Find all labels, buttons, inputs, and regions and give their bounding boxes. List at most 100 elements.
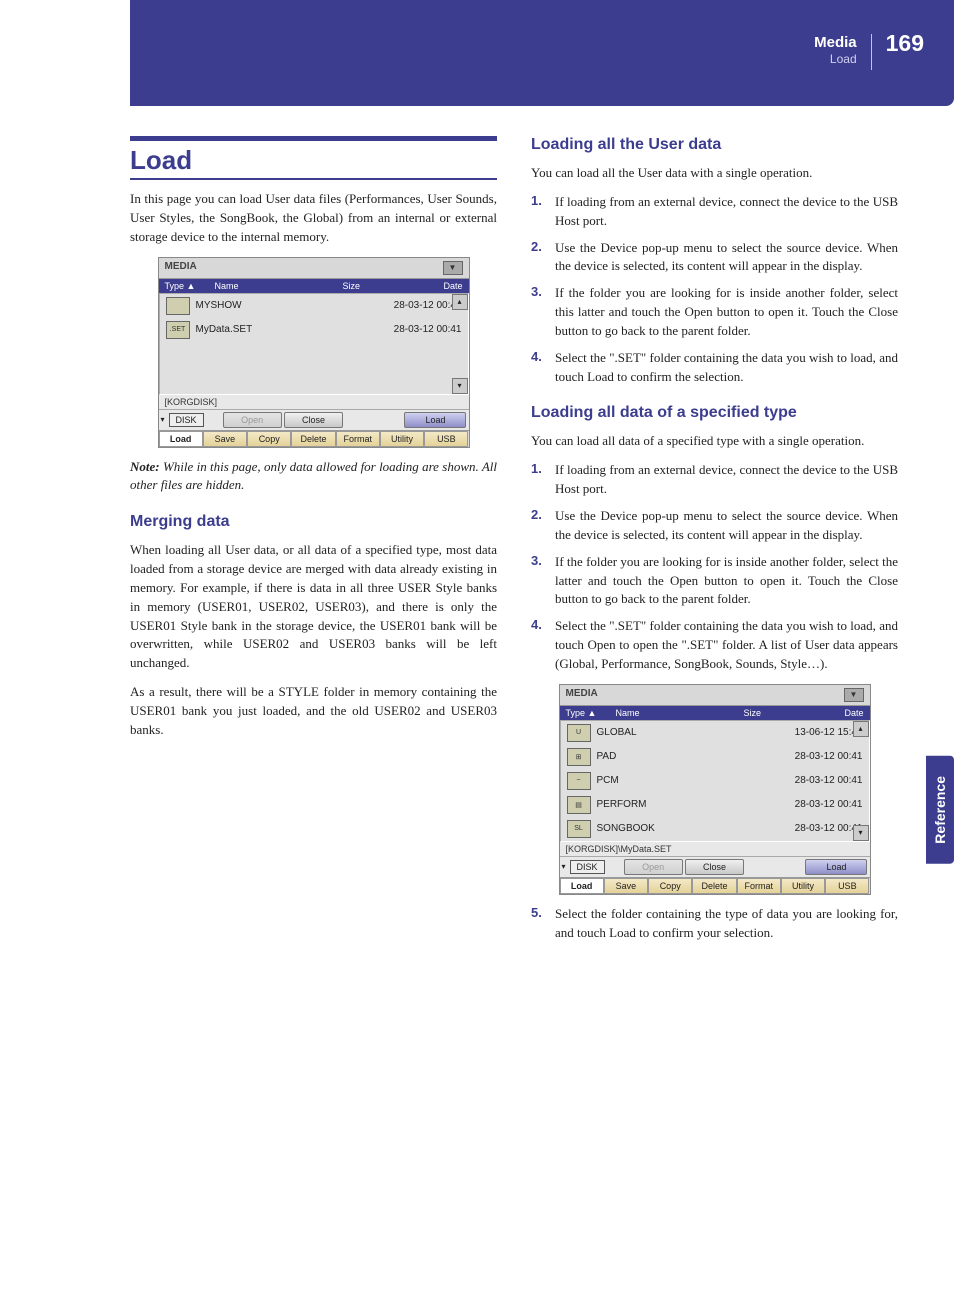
media-tab-save[interactable]: Save	[203, 431, 247, 447]
file-date: 28-03-12 00:41	[783, 751, 863, 762]
side-tab-reference: Reference	[926, 756, 954, 864]
file-date: 28-03-12 00:41	[382, 300, 462, 311]
file-type-icon: SL	[567, 820, 591, 838]
media-tab-load[interactable]: Load	[159, 431, 203, 447]
media-tab-utility[interactable]: Utility	[380, 431, 424, 447]
user-intro: You can load all the User data with a si…	[531, 164, 898, 183]
page-title: Load	[130, 136, 497, 180]
device-popup[interactable]: DISK	[169, 413, 204, 427]
load-button[interactable]: Load	[404, 412, 466, 428]
media-tabs: LoadSaveCopyDeleteFormatUtilityUSB	[159, 430, 469, 447]
file-row[interactable]: .SET MyData.SET 28-03-12 00:41	[160, 318, 468, 342]
device-popup[interactable]: DISK	[570, 860, 605, 874]
step-item: If loading from an external device, conn…	[531, 193, 898, 231]
file-type-icon: U	[567, 724, 591, 742]
file-type-icon	[166, 297, 190, 315]
steps-user: If loading from an external device, conn…	[531, 193, 898, 387]
note-paragraph: Note: While in this page, only data allo…	[130, 458, 497, 496]
media-tab-copy[interactable]: Copy	[648, 878, 692, 894]
file-date: 28-03-12 00:41	[382, 324, 462, 335]
media-tab-format[interactable]: Format	[737, 878, 781, 894]
media-tab-format[interactable]: Format	[336, 431, 380, 447]
load-button[interactable]: Load	[805, 859, 867, 875]
file-list-header: Type ▲ Name Size Date	[159, 279, 469, 293]
media-tab-load[interactable]: Load	[560, 878, 604, 894]
merging-p1: When loading all User data, or all data …	[130, 541, 497, 673]
file-name: SONGBOOK	[597, 823, 731, 834]
file-name: PCM	[597, 775, 731, 786]
file-type-icon: .SET	[166, 321, 190, 339]
close-button[interactable]: Close	[685, 859, 744, 875]
media-tab-usb[interactable]: USB	[424, 431, 468, 447]
step-item: If loading from an external device, conn…	[531, 461, 898, 499]
media-tab-copy[interactable]: Copy	[247, 431, 291, 447]
heading-loading-type: Loading all data of a specified type	[531, 404, 898, 422]
menu-dropdown-icon[interactable]: ▼	[443, 261, 463, 275]
right-column: Loading all the User data You can load a…	[531, 136, 898, 950]
media-screenshot-1: MEDIA ▼ Type ▲ Name Size Date ▴ MYSHOW 28…	[158, 257, 470, 448]
step-item: Use the Device pop-up menu to select the…	[531, 239, 898, 277]
file-row[interactable]: SL SONGBOOK 28-03-12 00:41	[561, 817, 869, 841]
media-tab-delete[interactable]: Delete	[291, 431, 335, 447]
open-button[interactable]: Open	[223, 412, 282, 428]
file-name: GLOBAL	[597, 727, 731, 738]
file-name: MYSHOW	[196, 300, 330, 311]
file-name: PERFORM	[597, 799, 731, 810]
page-header: Media Load 169	[130, 0, 954, 106]
menu-dropdown-icon[interactable]: ▼	[844, 688, 864, 702]
file-row[interactable]: MYSHOW 28-03-12 00:41	[160, 294, 468, 318]
header-subsection: Load	[814, 52, 857, 66]
heading-merging-data: Merging data	[130, 513, 497, 531]
steps-type: If loading from an external device, conn…	[531, 461, 898, 673]
open-button[interactable]: Open	[624, 859, 683, 875]
step-item: Select the ".SET" folder containing the …	[531, 349, 898, 387]
step-item: Select the ".SET" folder containing the …	[531, 617, 898, 674]
file-type-icon: ⊞	[567, 748, 591, 766]
intro-paragraph: In this page you can load User data file…	[130, 190, 497, 247]
scroll-down-icon[interactable]: ▾	[853, 825, 869, 841]
scroll-up-icon[interactable]: ▴	[452, 294, 468, 310]
file-list: ▴ MYSHOW 28-03-12 00:41 .SET MyData.SET 28-0…	[159, 293, 469, 395]
path-bar: [KORGDISK]\MyData.SET	[560, 842, 870, 856]
step-item: Select the folder containing the type of…	[531, 905, 898, 943]
media-tabs: LoadSaveCopyDeleteFormatUtilityUSB	[560, 877, 870, 894]
media-tab-delete[interactable]: Delete	[692, 878, 736, 894]
file-name: PAD	[597, 751, 731, 762]
scroll-down-icon[interactable]: ▾	[452, 378, 468, 394]
step-item: If the folder you are looking for is ins…	[531, 284, 898, 341]
chevron-down-icon[interactable]: ▾	[161, 415, 165, 424]
step-item: Use the Device pop-up menu to select the…	[531, 507, 898, 545]
file-date: 13-06-12 15:45	[783, 727, 863, 738]
left-column: Load In this page you can load User data…	[130, 136, 497, 950]
page-number: 169	[886, 32, 924, 55]
file-row[interactable]: U GLOBAL 13-06-12 15:45	[561, 721, 869, 745]
file-name: MyData.SET	[196, 324, 330, 335]
media-tab-usb[interactable]: USB	[825, 878, 869, 894]
scroll-up-icon[interactable]: ▴	[853, 721, 869, 737]
header-section: Media	[814, 34, 857, 51]
file-list-header: Type ▲ Name Size Date	[560, 706, 870, 720]
media-screenshot-2: MEDIA ▼ Type ▲ Name Size Date ▴ U GLOBAL 1…	[559, 684, 871, 895]
file-date: 28-03-12 00:41	[783, 775, 863, 786]
header-divider	[871, 34, 872, 70]
file-type-icon: ~	[567, 772, 591, 790]
file-row[interactable]: ▤ PERFORM 28-03-12 00:41	[561, 793, 869, 817]
path-bar: [KORGDISK]	[159, 395, 469, 409]
file-type-icon: ▤	[567, 796, 591, 814]
type-intro: You can load all data of a specified typ…	[531, 432, 898, 451]
file-date: 28-03-12 00:41	[783, 799, 863, 810]
media-tab-save[interactable]: Save	[604, 878, 648, 894]
merging-p2: As a result, there will be a STYLE folde…	[130, 683, 497, 740]
file-list: ▴ U GLOBAL 13-06-12 15:45 ⊞ PAD 28-03-12 00:4…	[560, 720, 870, 842]
step-item: If the folder you are looking for is ins…	[531, 553, 898, 610]
file-row[interactable]: ~ PCM 28-03-12 00:41	[561, 769, 869, 793]
chevron-down-icon[interactable]: ▾	[562, 862, 566, 871]
heading-loading-user: Loading all the User data	[531, 136, 898, 154]
steps-type-cont: Select the folder containing the type of…	[531, 905, 898, 943]
media-title: MEDIA	[566, 688, 598, 702]
file-row[interactable]: ⊞ PAD 28-03-12 00:41	[561, 745, 869, 769]
media-title: MEDIA	[165, 261, 197, 275]
close-button[interactable]: Close	[284, 412, 343, 428]
file-date: 28-03-12 00:41	[783, 823, 863, 834]
media-tab-utility[interactable]: Utility	[781, 878, 825, 894]
